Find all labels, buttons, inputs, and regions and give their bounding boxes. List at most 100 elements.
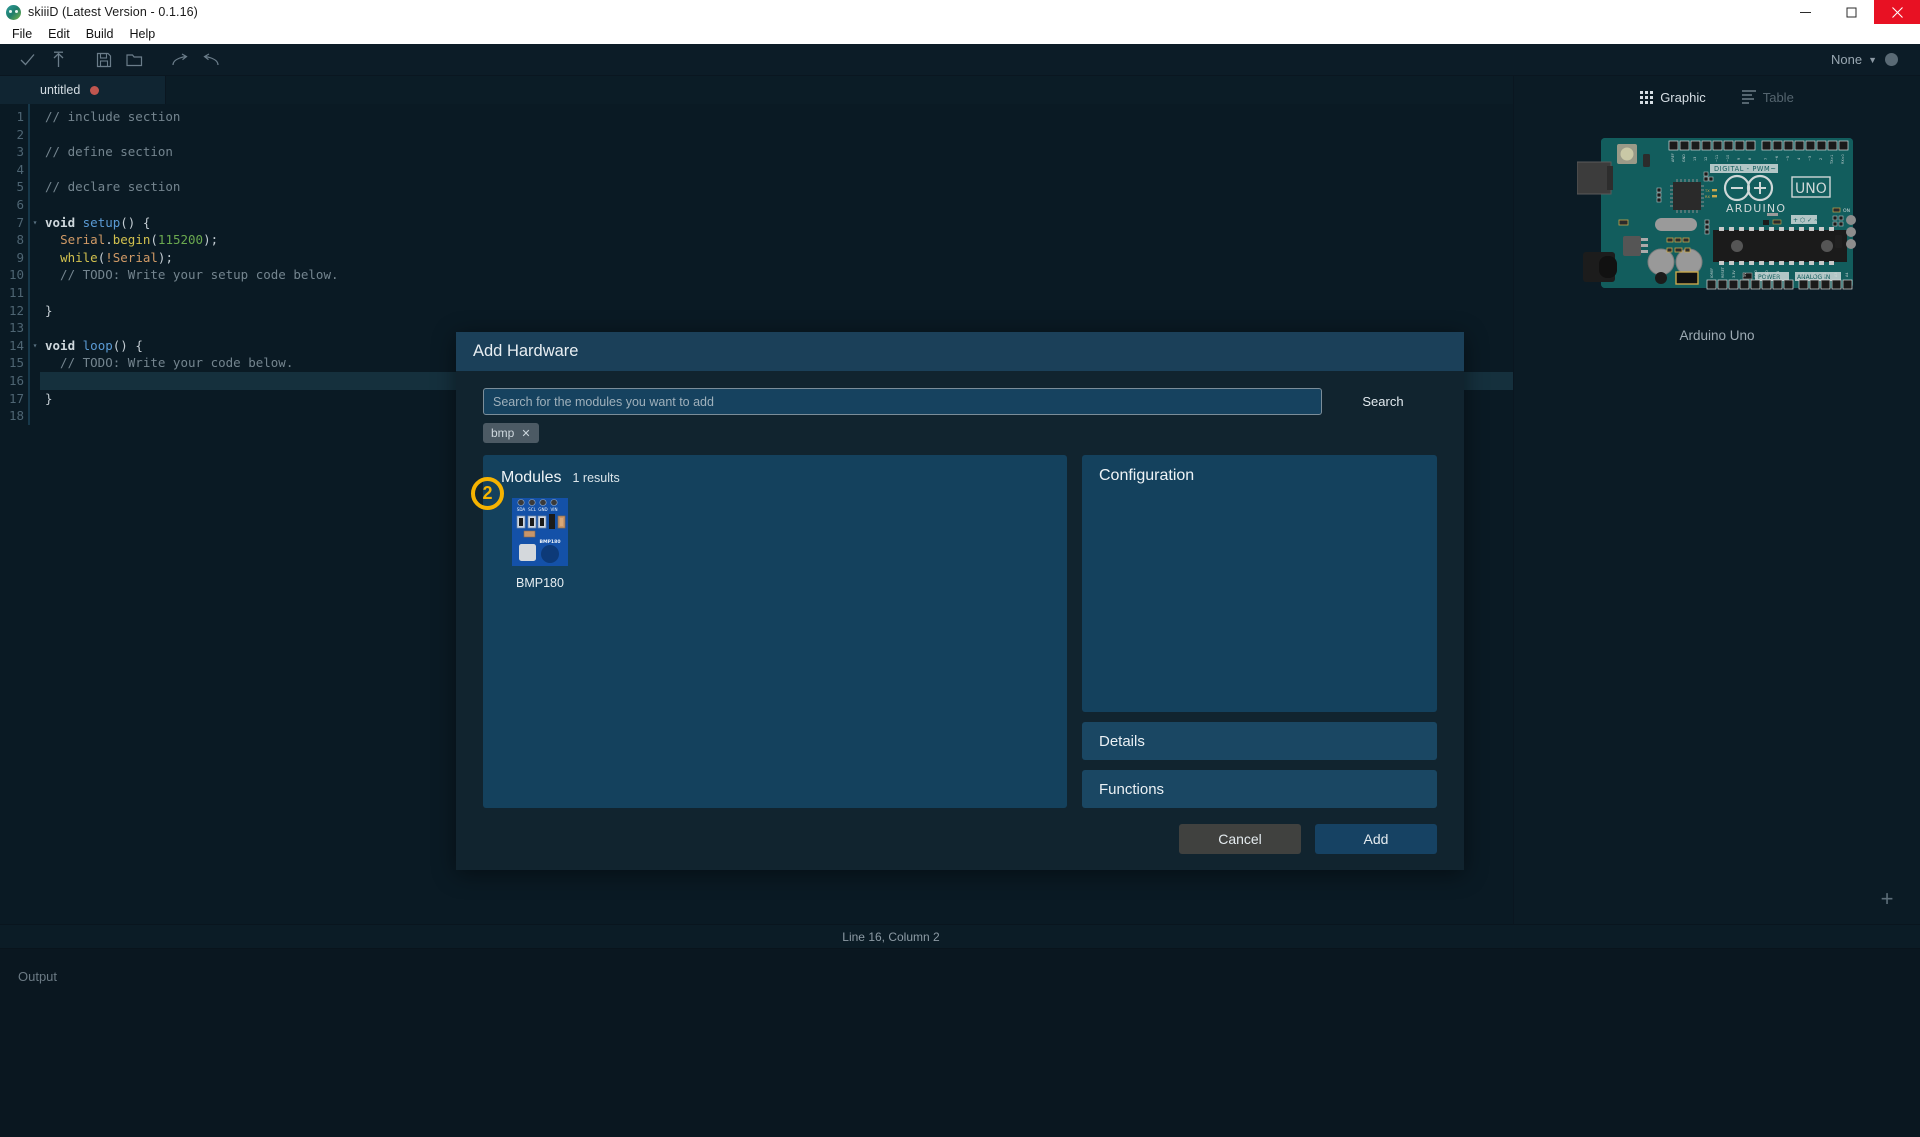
- editor-tabstrip: untitled: [0, 76, 1513, 104]
- line-number: 9: [16, 249, 24, 265]
- code-line[interactable]: [40, 284, 1513, 302]
- upload-button[interactable]: [43, 46, 74, 74]
- line-number: 15: [8, 355, 24, 371]
- minimize-icon[interactable]: [1782, 0, 1828, 24]
- board-card[interactable]: AREF GND 13 12 ~11 ~10 9 8 7 ~6 ~5 4 ~3 …: [1577, 132, 1857, 343]
- svg-text:~3: ~3: [1808, 156, 1812, 161]
- maximize-icon[interactable]: [1828, 0, 1874, 24]
- code-line[interactable]: void loop() {: [40, 337, 1513, 355]
- menu-file[interactable]: File: [4, 24, 40, 44]
- svg-text:13: 13: [1693, 157, 1697, 161]
- line-number: 1: [16, 109, 24, 124]
- svg-text:A1: A1: [1812, 273, 1816, 277]
- code-line[interactable]: // include section: [40, 108, 1513, 126]
- svg-text:UNO: UNO: [1795, 181, 1827, 197]
- code-fold-column[interactable]: ▾ ▾: [30, 104, 40, 425]
- undo-button[interactable]: [195, 46, 226, 74]
- code-line[interactable]: [40, 161, 1513, 179]
- fold-toggle-icon[interactable]: ▾: [30, 337, 40, 355]
- code-line[interactable]: // TODO: Write your setup code below.: [40, 266, 1513, 284]
- code-line[interactable]: [40, 407, 1513, 425]
- tab-table-label: Table: [1762, 89, 1794, 105]
- svg-text:GND: GND: [1682, 154, 1686, 162]
- svg-text:ON: ON: [1843, 208, 1850, 214]
- tab-table[interactable]: Table: [1741, 89, 1794, 105]
- svg-text:DIGITAL - PWM~: DIGITAL - PWM~: [1714, 165, 1776, 173]
- code-line[interactable]: // define section: [40, 143, 1513, 161]
- svg-text:A0: A0: [1801, 273, 1805, 277]
- svg-text:5V: 5V: [1743, 272, 1747, 277]
- svg-text:RESET: RESET: [1721, 266, 1725, 278]
- statusbar: Line 16, Column 2: [0, 924, 1920, 948]
- code-line[interactable]: // declare section: [40, 178, 1513, 196]
- svg-text:IOREF: IOREF: [1710, 268, 1714, 278]
- svg-text:9: 9: [1737, 158, 1741, 160]
- line-number: 18: [8, 408, 24, 424]
- code-line[interactable]: Serial.begin(115200);: [40, 231, 1513, 249]
- open-folder-button[interactable]: [119, 46, 150, 74]
- svg-text:8: 8: [1748, 158, 1752, 160]
- svg-text:7: 7: [1764, 158, 1768, 160]
- save-button[interactable]: [88, 46, 119, 74]
- tab-graphic[interactable]: Graphic: [1640, 90, 1706, 105]
- code-line[interactable]: // TODO: Write your code below.: [40, 354, 1513, 372]
- toolbar-right-group: None ▼: [1831, 52, 1908, 67]
- unsaved-changes-dot[interactable]: [90, 85, 100, 95]
- output-panel: Output: [0, 948, 1920, 1137]
- code-line[interactable]: void setup() {: [40, 214, 1513, 232]
- code-line[interactable]: while(!Serial);: [40, 249, 1513, 267]
- svg-text:A3: A3: [1834, 273, 1838, 277]
- main-area: untitled 1 2 3 4 5 6 7 8 9 10 11 12 13 14 15 16 17 18 ▾ ▾ …: [0, 76, 1920, 924]
- svg-text:~6: ~6: [1775, 156, 1779, 161]
- plus-icon[interactable]: +: [1876, 888, 1898, 910]
- code-line[interactable]: [40, 196, 1513, 214]
- svg-text:GND: GND: [1754, 270, 1758, 278]
- cursor-position-label: Line 16, Column 2: [842, 929, 940, 944]
- toolbar: None ▼: [0, 44, 1920, 76]
- line-number: 2: [16, 126, 24, 142]
- redo-button[interactable]: [164, 46, 195, 74]
- skiiid-logo-icon: [6, 4, 21, 20]
- line-number: 5: [16, 179, 24, 195]
- close-icon[interactable]: [1874, 0, 1920, 24]
- code-line[interactable]: [40, 126, 1513, 144]
- line-number: 11: [8, 284, 24, 300]
- menu-help[interactable]: Help: [122, 24, 164, 44]
- board-selector-value: None: [1831, 52, 1863, 67]
- svg-text:GND: GND: [1765, 270, 1769, 278]
- fold-toggle-icon[interactable]: ▾: [30, 214, 40, 232]
- board-name-label: Arduino Uno: [1679, 328, 1755, 343]
- code-line[interactable]: }: [40, 302, 1513, 320]
- code-line[interactable]: [40, 371, 1513, 390]
- verify-button[interactable]: [12, 46, 43, 74]
- svg-text:2: 2: [1819, 158, 1823, 160]
- menu-build[interactable]: Build: [78, 24, 122, 44]
- code-editor[interactable]: 1 2 3 4 5 6 7 8 9 10 11 12 13 14 15 16 17 18 ▾ ▾ // includ…: [0, 104, 1513, 425]
- chevron-down-icon: ▼: [1868, 54, 1877, 65]
- line-number-gutter: 1 2 3 4 5 6 7 8 9 10 11 12 13 14 15 16 17 18: [0, 104, 30, 425]
- editor-tab-untitled[interactable]: untitled: [0, 76, 166, 104]
- line-number: 10: [8, 267, 24, 283]
- code-line[interactable]: [40, 319, 1513, 337]
- code-content[interactable]: // include section // define section // …: [40, 104, 1513, 425]
- menu-edit[interactable]: Edit: [40, 24, 78, 44]
- line-number: 13: [8, 320, 24, 336]
- arduino-uno-board-image: AREF GND 13 12 ~11 ~10 9 8 7 ~6 ~5 4 ~3 …: [1577, 138, 1856, 290]
- code-line[interactable]: }: [40, 390, 1513, 408]
- board-selector[interactable]: None ▼: [1831, 52, 1877, 67]
- window-controls: [1782, 0, 1920, 24]
- svg-text:~5: ~5: [1786, 156, 1790, 161]
- window-title: skiiiD (Latest Version - 0.1.16): [28, 5, 198, 19]
- list-icon: [1741, 90, 1756, 104]
- line-number: 6: [16, 196, 24, 212]
